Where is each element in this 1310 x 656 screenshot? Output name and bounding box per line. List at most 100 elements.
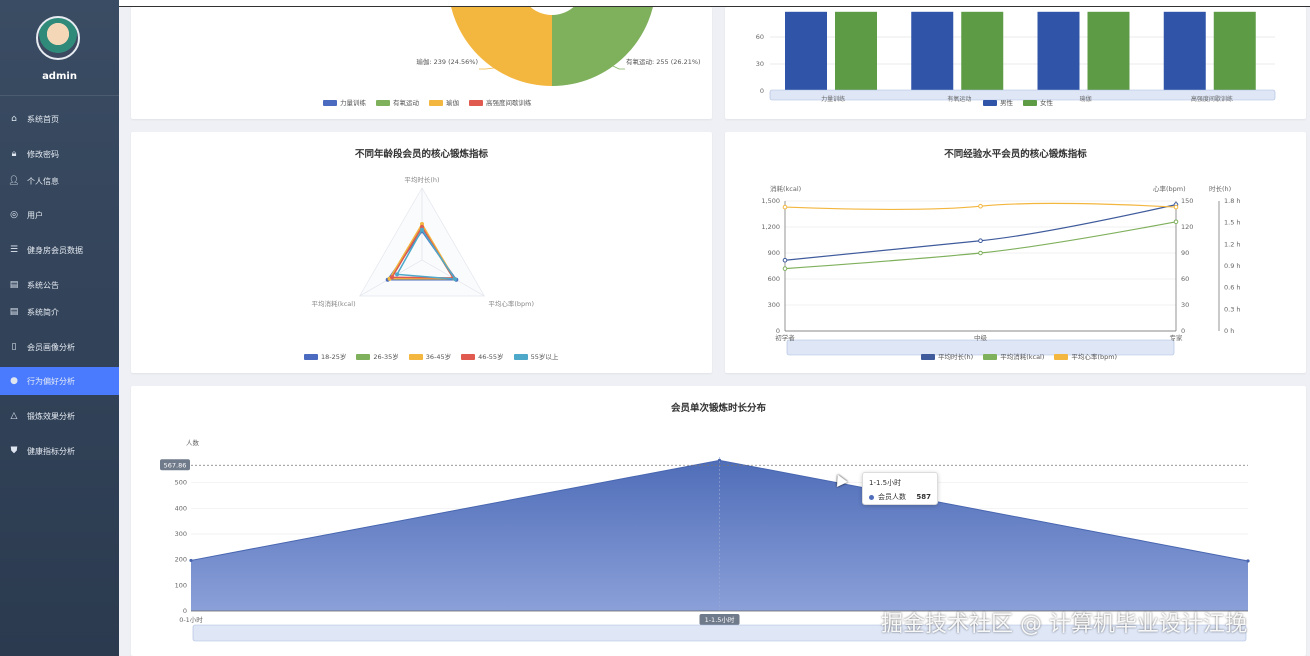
tick-label: 90: [1181, 249, 1189, 257]
tick-label: 力量训练: [821, 95, 845, 103]
legend-label: 瑜伽: [446, 99, 459, 107]
sidebar-item[interactable]: △ 锻炼效果分析: [0, 402, 119, 430]
tick-label: 60: [1181, 275, 1189, 283]
legend-swatch-icon: [461, 354, 476, 360]
tick-label: 150: [1181, 197, 1193, 205]
sidebar-item[interactable]: ◎ 用户: [0, 201, 119, 229]
legend-label: 女性: [1040, 99, 1053, 107]
pie-chart-card: 瑜伽: 239 (24.56%) 有氧运动: 255 (26.21%) 力量训练 有…: [131, 0, 712, 119]
legend-label: 平均心率(bpm): [1071, 353, 1118, 361]
sidebar-item-label: 健康指标分析: [27, 446, 75, 456]
legend-label: 男性: [1000, 99, 1013, 107]
tick-label: 900: [768, 249, 780, 257]
line-point: [1173, 219, 1179, 225]
legend-swatch-icon: [408, 354, 423, 360]
radar-point: [390, 275, 395, 280]
window-top-edge: [0, 0, 1310, 7]
sidebar-item[interactable]: ⌂ 系统首页: [0, 105, 119, 133]
sidebar-item-label: 锻炼效果分析: [27, 411, 75, 421]
tick-label: 中级: [974, 333, 988, 342]
bar: [1087, 11, 1130, 91]
legend-item[interactable]: 55岁以上: [513, 351, 559, 361]
tooltip-title: 1-1.5小时: [869, 479, 902, 487]
line-point: [782, 204, 788, 210]
sidebar-item-label: 系统首页: [27, 114, 59, 124]
tick-label: 30: [756, 60, 764, 68]
tick-label: 0-1小时: [179, 615, 203, 624]
legend-swatch-icon: [983, 354, 998, 360]
tick-label: 300: [768, 301, 780, 309]
tick-label: 60: [756, 33, 764, 41]
axis-name: 消耗(kcal): [770, 184, 801, 193]
sidebar-item-label: 行为偏好分析: [27, 376, 75, 386]
sidebar-item-label: 健身房会员数据: [27, 245, 83, 255]
watermark: 掘金技术社区 @ 计算机毕业设计江挽: [881, 612, 1247, 637]
tick-label: 1.2 h: [1224, 240, 1241, 248]
sidebar-item[interactable]: ▯ 会员画像分析: [0, 333, 119, 361]
username: admin: [42, 71, 77, 82]
legend-item[interactable]: 46-55岁: [461, 351, 504, 361]
legend-item[interactable]: 18-25岁: [304, 351, 346, 361]
mark-line-label: 567.86: [164, 462, 187, 470]
line-point: [978, 238, 983, 244]
legend-item[interactable]: 力量训练: [323, 97, 366, 107]
legend-item[interactable]: 26-35岁: [356, 351, 399, 361]
tick-label: 高强度间歇训练: [1191, 95, 1233, 103]
legend-swatch-icon: [469, 100, 483, 106]
legend-item[interactable]: 平均消耗(kcal): [983, 351, 1044, 361]
axis-name: 时长(h): [1209, 184, 1231, 193]
bar: [835, 11, 877, 91]
legend-swatch-icon: [323, 100, 337, 106]
bar: [911, 11, 954, 91]
radar-legend: 18-25岁 26-35岁 36-45岁 46-55岁 55岁以上: [304, 351, 558, 361]
sidebar-item[interactable]: ▤ 系统简介: [0, 298, 119, 326]
sidebar: admin ⌂ 系统首页 🔒︎ 修改密码 👤︎ 个人信息 ◎ 用户 ☰ 健身房会员数据 ▤ 系统公告 ▤…: [0, 0, 119, 656]
radar-indicator-label: 平均时长(h): [404, 175, 439, 184]
legend-item[interactable]: 平均心率(bpm): [1054, 351, 1117, 361]
sidebar-item[interactable]: ☰ 健身房会员数据: [0, 236, 119, 264]
legend-item[interactable]: 有氧运动: [376, 97, 419, 107]
sidebar-item-label: 修改密码: [27, 149, 59, 159]
avatar[interactable]: [36, 16, 80, 60]
legend-item[interactable]: 平均时长(h): [921, 351, 973, 361]
legend-label: 平均消耗(kcal): [1000, 353, 1045, 361]
legend-label: 26-35岁: [373, 353, 399, 361]
sidebar-item-label: 个人信息: [27, 176, 59, 186]
sidebar-item[interactable]: ⛊ 健康指标分析: [0, 437, 119, 465]
legend-label: 18-25岁: [321, 353, 347, 361]
legend-swatch-icon: [376, 100, 390, 106]
legend-item[interactable]: 女性: [1023, 97, 1053, 107]
bell-icon: △: [10, 411, 18, 421]
tick-label: 30: [1181, 301, 1189, 309]
tick-label: 1.8 h: [1224, 197, 1241, 205]
legend-item[interactable]: 高强度间歇训练: [469, 97, 532, 107]
pie-label: 瑜伽: 239 (24.56%): [416, 57, 478, 66]
axis-name: 心率(bpm): [1153, 184, 1186, 193]
tick-label: 1.5 h: [1224, 219, 1241, 227]
legend-swatch-icon: [513, 354, 528, 360]
sidebar-divider: [0, 95, 119, 96]
tick-label: 600: [768, 275, 780, 283]
sidebar-item[interactable]: ▤ 系统公告: [0, 271, 119, 299]
area-chart-title: 会员单次锻炼时长分布: [670, 403, 766, 414]
bar-legend: 男性 女性: [983, 97, 1053, 107]
legend-label: 55岁以上: [530, 353, 559, 361]
sidebar-item[interactable]: 🔒︎ 修改密码: [0, 140, 119, 168]
legend-item[interactable]: 男性: [983, 97, 1013, 107]
bar: [1163, 11, 1206, 91]
tooltip-value: 587: [916, 493, 931, 501]
tick-label: 有氧运动: [947, 95, 971, 103]
legend-item[interactable]: 36-45岁: [408, 351, 451, 361]
tick-label: 300: [175, 530, 187, 538]
sidebar-item-label: 系统简介: [27, 307, 59, 317]
legend-item[interactable]: 瑜伽: [429, 97, 459, 107]
sidebar-item[interactable]: 👤︎ 个人信息: [0, 167, 119, 195]
legend-swatch-icon: [983, 100, 997, 106]
radar-point: [453, 277, 458, 282]
user-icon: 👤︎: [8, 176, 20, 186]
globe-icon: ◎: [10, 210, 18, 220]
legend-swatch-icon: [1023, 100, 1037, 106]
radar-point: [395, 272, 400, 277]
line-point: [978, 203, 983, 209]
sidebar-item[interactable]: ● 行为偏好分析: [0, 367, 119, 395]
